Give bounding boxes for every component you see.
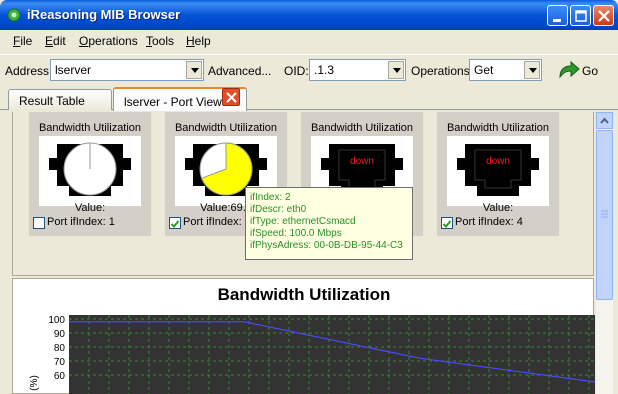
address-combo[interactable]: lserver	[50, 59, 204, 81]
port-checkbox[interactable]	[441, 217, 453, 229]
menu-tools[interactable]: Tools	[146, 34, 174, 48]
menu-file[interactable]: File	[13, 34, 32, 48]
address-dropdown-icon[interactable]	[186, 61, 202, 79]
go-arrow-icon	[559, 60, 580, 79]
toolbar: Address: lserver Advanced... OID: .1.3 O…	[0, 54, 618, 84]
y-tick-label: 70	[54, 357, 66, 368]
port-label: Port ifIndex: 1	[47, 216, 115, 228]
app-icon	[7, 8, 21, 22]
tooltip-ifdescr: ifDescr: eth0	[250, 204, 307, 215]
chart-panel: Bandwidth Utilization 100 90 80 70 60 (%)	[12, 278, 595, 394]
tab-result-table[interactable]: Result Table	[8, 89, 112, 110]
oid-label: OID:	[284, 64, 309, 78]
tooltip-ifindex: ifIndex: 2	[250, 192, 291, 203]
menu-help[interactable]: Help	[186, 34, 211, 48]
port-utilization-icon	[39, 136, 141, 206]
menu-edit[interactable]: Edit	[45, 34, 66, 48]
operations-dropdown-icon[interactable]	[524, 61, 540, 79]
operations-combo[interactable]: Get	[469, 59, 542, 81]
port-checkbox[interactable]	[169, 217, 181, 229]
go-label: Go	[582, 64, 599, 78]
maximize-icon	[575, 10, 587, 22]
y-axis-label: (%)	[29, 375, 40, 391]
port-label: Port ifIndex: 4	[455, 216, 523, 228]
go-button[interactable]: Go	[553, 59, 603, 81]
port-checkbox[interactable]	[33, 217, 45, 229]
menu-bar: File Edit Operations Tools Help	[0, 30, 618, 52]
tooltip-iftype: ifType: ethernetCsmacd	[250, 216, 356, 227]
scroll-up-button[interactable]	[596, 112, 613, 129]
close-button[interactable]	[593, 5, 614, 26]
port-value: Value:	[482, 202, 514, 214]
operations-label: Operations:	[411, 64, 474, 78]
operations-value: Get	[474, 63, 494, 77]
port-label: Port ifIndex: 2	[183, 216, 251, 228]
menu-operations[interactable]: Operations	[79, 34, 138, 48]
address-value: lserver	[55, 63, 92, 77]
port-card-title: Bandwidth Utilization	[310, 122, 414, 134]
close-tab-icon	[226, 92, 237, 103]
window-title: iReasoning MIB Browser	[27, 7, 181, 22]
address-label: Address:	[5, 64, 53, 78]
port-value: Value:	[74, 202, 106, 214]
port-card: Bandwidth Utilization down Value: Port ifIn…	[437, 112, 559, 236]
checkmark-icon	[170, 220, 180, 228]
bandwidth-chart: 100 90 80 70 60 (%)	[29, 315, 595, 394]
minimize-icon	[553, 19, 561, 22]
port-down-label: down	[350, 156, 374, 167]
tooltip-ifspeed: ifSpeed: 100.0 Mbps	[250, 228, 342, 239]
port-down-label: down	[486, 156, 510, 167]
port-card-title: Bandwidth Utilization	[38, 122, 142, 134]
oid-combo[interactable]: .1.3	[309, 59, 406, 81]
chevron-up-icon	[600, 117, 609, 124]
title-bar: iReasoning MIB Browser	[0, 0, 618, 30]
checkmark-icon	[442, 220, 452, 228]
advanced-button[interactable]: Advanced...	[208, 64, 271, 78]
y-tick-label: 60	[54, 371, 66, 382]
tab-close-button[interactable]	[222, 88, 240, 106]
port-card-title: Bandwidth Utilization	[174, 122, 278, 134]
oid-dropdown-icon[interactable]	[388, 61, 404, 79]
tab-strip: Result Table lserver - Port View	[0, 86, 618, 111]
minimize-button[interactable]	[547, 5, 568, 26]
port-card: Bandwidth Utilization Value: Port ifIndex:…	[29, 112, 151, 236]
vertical-scrollbar[interactable]	[596, 112, 613, 394]
port-card-title: Bandwidth Utilization	[446, 122, 550, 134]
tab-port-view-label: lserver - Port View	[124, 95, 222, 109]
oid-value: .1.3	[314, 63, 335, 77]
plot-area	[69, 315, 595, 394]
port-down-icon: down	[447, 136, 549, 206]
grip-icon	[601, 210, 608, 218]
y-tick-label: 100	[48, 315, 65, 326]
port-tooltip: ifIndex: 2 ifDescr: eth0 ifType: etherne…	[245, 187, 413, 260]
y-tick-label: 80	[54, 343, 66, 354]
scroll-thumb[interactable]	[596, 130, 613, 300]
tab-result-table-label: Result Table	[19, 94, 85, 108]
maximize-button[interactable]	[570, 5, 591, 26]
y-tick-label: 90	[54, 329, 66, 340]
close-icon	[598, 10, 610, 22]
tooltip-ifphysaddress: ifPhysAdress: 00-0B-DB-95-44-C3	[250, 240, 403, 251]
